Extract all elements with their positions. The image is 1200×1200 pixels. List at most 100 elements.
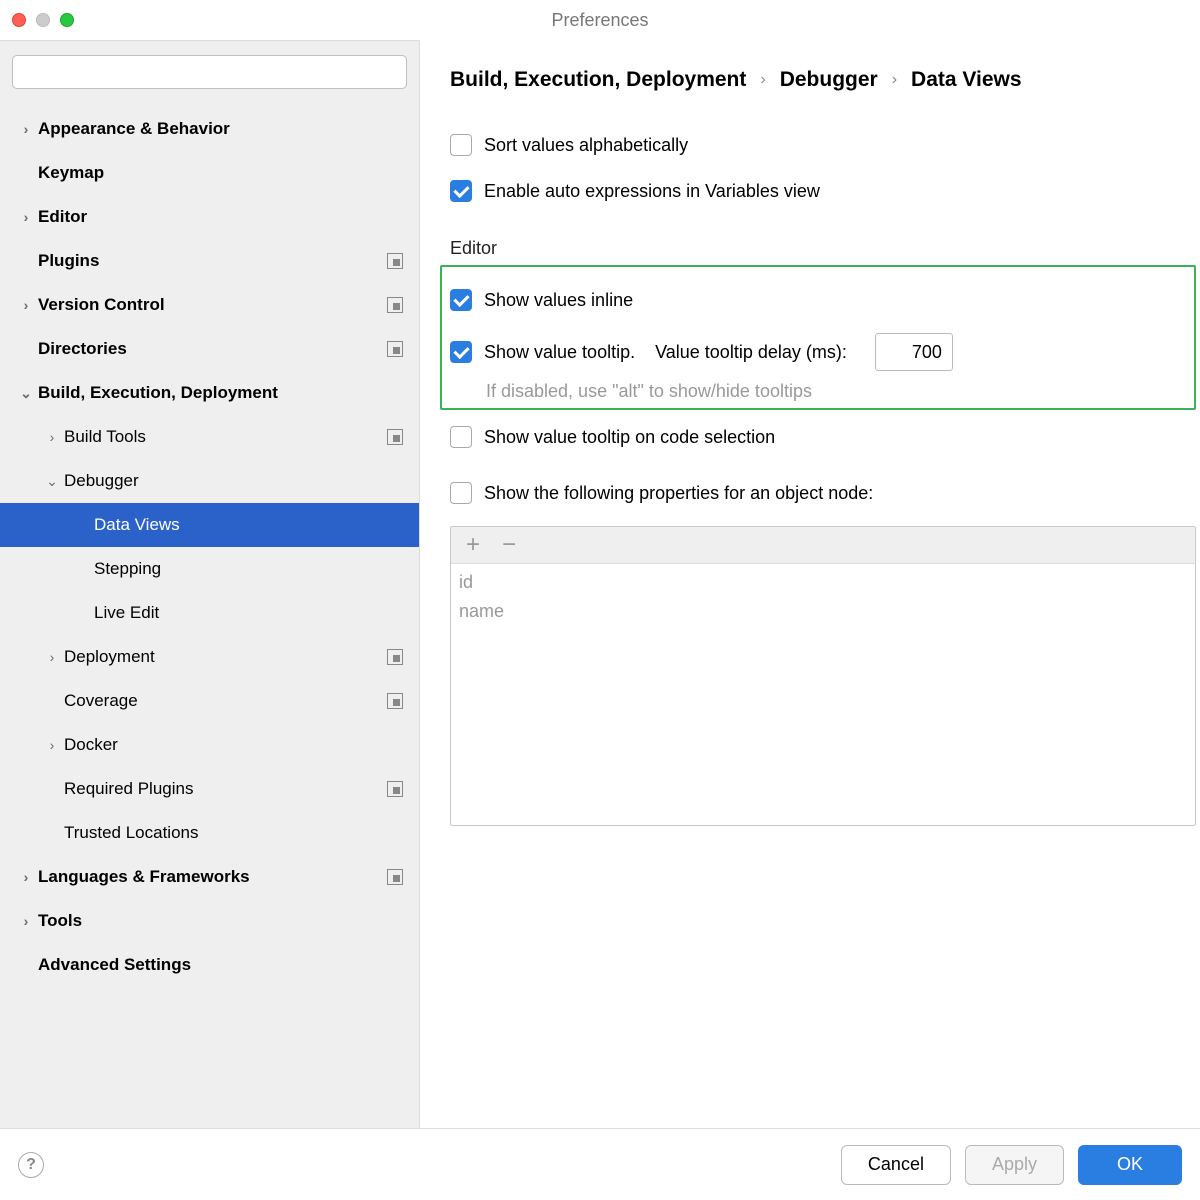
apply-button[interactable]: Apply <box>965 1145 1064 1185</box>
tree-node[interactable]: Directories <box>0 327 419 371</box>
tree-node[interactable]: Required Plugins <box>0 767 419 811</box>
chevron-right-icon: › <box>40 429 64 445</box>
project-badge-icon <box>387 649 403 665</box>
settings-tree: ›Appearance & BehaviorKeymap›EditorPlugi… <box>0 97 419 1128</box>
tree-node[interactable]: ›Docker <box>0 723 419 767</box>
tree-label: Appearance & Behavior <box>38 119 403 139</box>
ok-button[interactable]: OK <box>1078 1145 1182 1185</box>
tree-label: Build, Execution, Deployment <box>38 383 403 403</box>
auto-expr-row[interactable]: Enable auto expressions in Variables vie… <box>450 174 1200 208</box>
project-badge-icon <box>387 869 403 885</box>
chevron-right-icon: › <box>14 869 38 885</box>
property-item[interactable]: name <box>459 597 1187 626</box>
window-controls <box>12 13 74 27</box>
checkbox-label[interactable]: Show value tooltip. <box>484 342 635 363</box>
minimize-icon[interactable] <box>36 13 50 27</box>
project-badge-icon <box>387 253 403 269</box>
tree-node[interactable]: Live Edit <box>0 591 419 635</box>
tree-node[interactable]: Plugins <box>0 239 419 283</box>
properties-list: + − idname <box>450 526 1196 826</box>
checkbox-label: Show values inline <box>484 290 633 311</box>
tree-label: Plugins <box>38 251 387 271</box>
tree-node[interactable]: ⌄Debugger <box>0 459 419 503</box>
checkbox[interactable] <box>450 482 472 504</box>
remove-icon[interactable]: − <box>499 533 519 557</box>
tree-node[interactable]: Trusted Locations <box>0 811 419 855</box>
checkbox[interactable] <box>450 180 472 202</box>
tree-node[interactable]: ›Deployment <box>0 635 419 679</box>
window-title: Preferences <box>551 10 648 31</box>
tree-node[interactable]: ›Version Control <box>0 283 419 327</box>
tooltip-hint: If disabled, use "alt" to show/hide tool… <box>450 381 1186 402</box>
highlighted-group: Show values inline Show value tooltip. V… <box>440 265 1196 410</box>
tree-node[interactable]: Coverage <box>0 679 419 723</box>
tree-node[interactable]: ›Tools <box>0 899 419 943</box>
breadcrumb: Build, Execution, Deployment › Debugger … <box>450 68 1200 92</box>
footer: ? Cancel Apply OK <box>0 1128 1200 1200</box>
tree-node[interactable]: ›Appearance & Behavior <box>0 107 419 151</box>
sidebar: ›Appearance & BehaviorKeymap›EditorPlugi… <box>0 40 420 1128</box>
chevron-right-icon: › <box>14 209 38 225</box>
checkbox-label: Show value tooltip on code selection <box>484 427 775 448</box>
checkbox[interactable] <box>450 426 472 448</box>
project-badge-icon <box>387 781 403 797</box>
breadcrumb-item[interactable]: Debugger <box>780 68 878 92</box>
tree-label: Tools <box>38 911 403 931</box>
chevron-right-icon: › <box>892 71 897 89</box>
tree-label: Advanced Settings <box>38 955 403 975</box>
tree-node[interactable]: Data Views <box>0 503 419 547</box>
tree-node[interactable]: ›Build Tools <box>0 415 419 459</box>
tree-node[interactable]: Keymap <box>0 151 419 195</box>
cancel-button[interactable]: Cancel <box>841 1145 951 1185</box>
chevron-right-icon: › <box>14 297 38 313</box>
chevron-down-icon: ⌄ <box>14 385 38 402</box>
tooltip-delay-input[interactable] <box>875 333 953 371</box>
help-icon[interactable]: ? <box>18 1152 44 1178</box>
property-item[interactable]: id <box>459 568 1187 597</box>
project-badge-icon <box>387 429 403 445</box>
zoom-icon[interactable] <box>60 13 74 27</box>
tree-label: Version Control <box>38 295 387 315</box>
chevron-right-icon: › <box>760 71 765 89</box>
tree-node[interactable]: ›Languages & Frameworks <box>0 855 419 899</box>
tooltip-delay-label: Value tooltip delay (ms): <box>655 342 847 363</box>
tree-label: Build Tools <box>64 427 387 447</box>
project-badge-icon <box>387 341 403 357</box>
tooltip-selection-row[interactable]: Show value tooltip on code selection <box>450 420 1200 454</box>
breadcrumb-item[interactable]: Build, Execution, Deployment <box>450 68 746 92</box>
tree-label: Editor <box>38 207 403 227</box>
tree-node[interactable]: ⌄Build, Execution, Deployment <box>0 371 419 415</box>
tree-node[interactable]: ›Editor <box>0 195 419 239</box>
add-icon[interactable]: + <box>463 533 483 557</box>
properties-body[interactable]: idname <box>451 564 1195 630</box>
checkbox[interactable] <box>450 341 472 363</box>
tree-label: Trusted Locations <box>64 823 403 843</box>
show-inline-row[interactable]: Show values inline <box>450 283 1186 317</box>
chevron-down-icon: ⌄ <box>40 473 64 490</box>
chevron-right-icon: › <box>40 649 64 665</box>
titlebar: Preferences <box>0 0 1200 40</box>
project-badge-icon <box>387 693 403 709</box>
tree-node[interactable]: Stepping <box>0 547 419 591</box>
tree-label: Stepping <box>94 559 403 579</box>
properties-toolbar: + − <box>451 527 1195 564</box>
chevron-right-icon: › <box>14 121 38 137</box>
chevron-right-icon: › <box>14 913 38 929</box>
checkbox-label: Sort values alphabetically <box>484 135 688 156</box>
tree-node[interactable]: Advanced Settings <box>0 943 419 987</box>
tree-label: Data Views <box>94 515 403 535</box>
chevron-right-icon: › <box>40 737 64 753</box>
search-input[interactable] <box>12 55 407 89</box>
close-icon[interactable] <box>12 13 26 27</box>
tree-label: Coverage <box>64 691 387 711</box>
project-badge-icon <box>387 297 403 313</box>
main-panel: Build, Execution, Deployment › Debugger … <box>420 40 1200 1128</box>
show-tooltip-row: Show value tooltip. Value tooltip delay … <box>450 333 1186 371</box>
sort-alpha-row[interactable]: Sort values alphabetically <box>450 128 1200 162</box>
checkbox[interactable] <box>450 289 472 311</box>
checkbox-label: Enable auto expressions in Variables vie… <box>484 181 820 202</box>
checkbox[interactable] <box>450 134 472 156</box>
object-props-row[interactable]: Show the following properties for an obj… <box>450 476 1200 510</box>
tree-label: Docker <box>64 735 403 755</box>
tree-label: Deployment <box>64 647 387 667</box>
